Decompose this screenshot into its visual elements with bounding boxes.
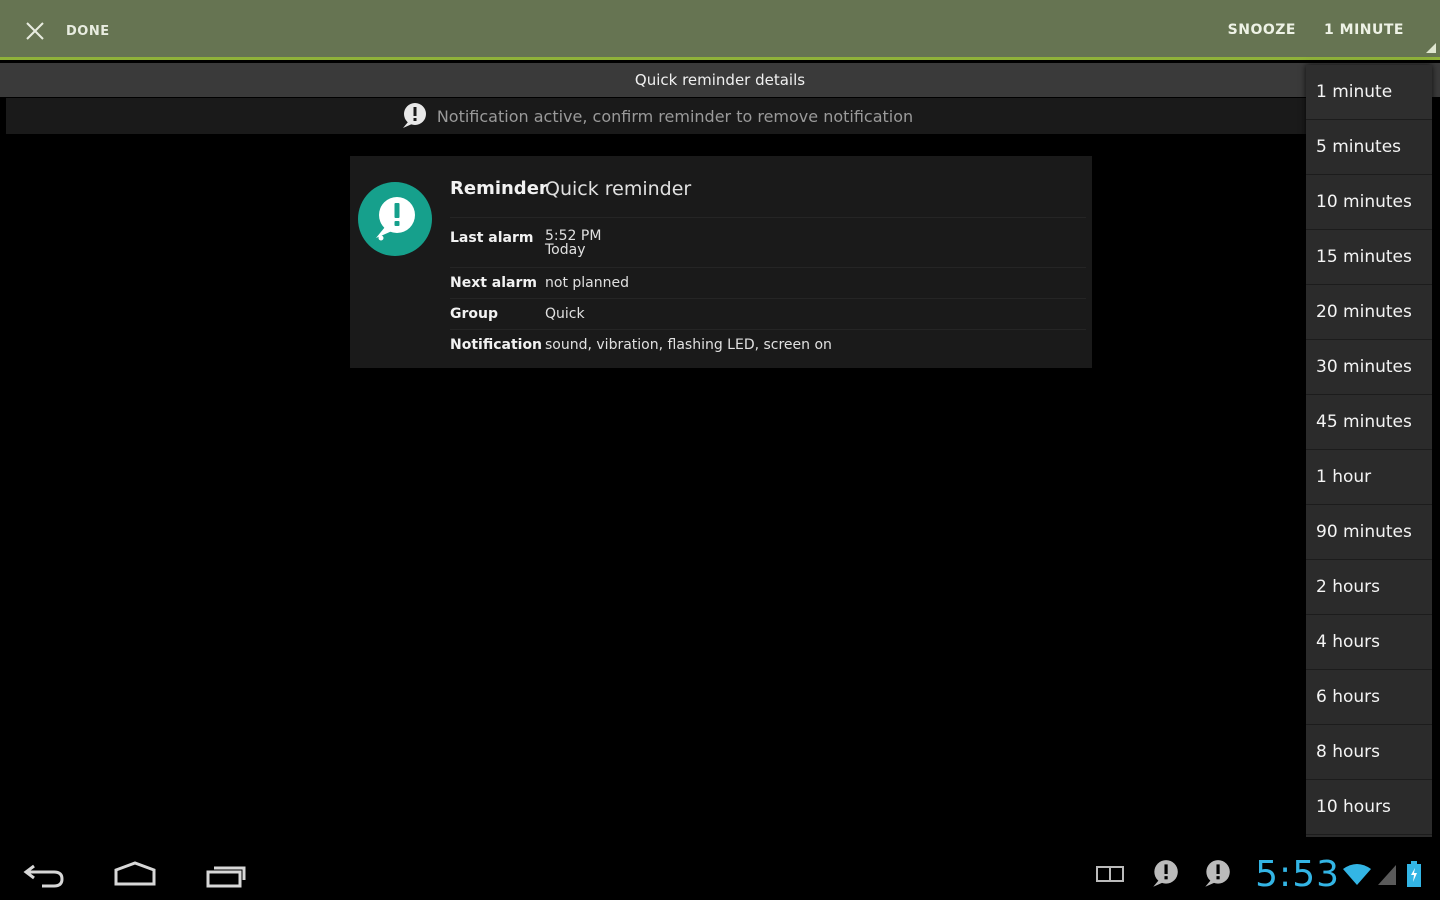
last-alarm-day: Today bbox=[545, 242, 586, 258]
notification-label: Notification bbox=[450, 337, 543, 353]
detail-row-group: Group Quick bbox=[450, 299, 1086, 330]
snooze-option[interactable]: 8 hours bbox=[1306, 725, 1432, 780]
snooze-option[interactable]: 45 minutes bbox=[1306, 395, 1432, 450]
action-bar: DONE SNOOZE 1 MINUTE bbox=[0, 0, 1440, 60]
reminder-value: Quick reminder bbox=[545, 178, 692, 200]
back-icon bbox=[23, 864, 64, 888]
recent-apps-button[interactable] bbox=[202, 858, 252, 890]
detail-row-last-alarm: Last alarm 5:52 PM Today bbox=[450, 218, 1086, 268]
speech-bubble-exclamation-icon bbox=[402, 103, 426, 128]
notification-notice: Notification active, confirm reminder to… bbox=[6, 98, 1306, 134]
signal-icon bbox=[1378, 865, 1396, 885]
snooze-option[interactable]: 5 minutes bbox=[1306, 120, 1432, 175]
snooze-option[interactable]: 90 minutes bbox=[1306, 505, 1432, 560]
snooze-option[interactable]: 6 hours bbox=[1306, 670, 1432, 725]
page-title: Quick reminder details bbox=[0, 63, 1440, 97]
snooze-option[interactable]: 2 hours bbox=[1306, 560, 1432, 615]
recent-apps-icon bbox=[206, 866, 246, 888]
wifi-icon bbox=[1343, 864, 1371, 885]
home-icon bbox=[114, 861, 156, 886]
next-alarm-value: not planned bbox=[545, 275, 629, 291]
snooze-option[interactable]: 4 hours bbox=[1306, 615, 1432, 670]
snooze-option[interactable]: 1 hour bbox=[1306, 450, 1432, 505]
reminder-details-card: Reminder Quick reminder Last alarm 5:52 … bbox=[350, 156, 1092, 368]
next-alarm-label: Next alarm bbox=[450, 275, 537, 291]
reminder-avatar bbox=[358, 182, 432, 256]
done-label: DONE bbox=[66, 23, 110, 39]
notice-text: Notification active, confirm reminder to… bbox=[436, 106, 914, 126]
details-table: Reminder Quick reminder Last alarm 5:52 … bbox=[450, 170, 1086, 360]
notification-value: sound, vibration, flashing LED, screen o… bbox=[545, 337, 832, 353]
status-clock: 5:53 bbox=[1255, 853, 1340, 895]
detail-row-reminder: Reminder Quick reminder bbox=[450, 170, 1086, 218]
last-alarm-value: 5:52 PM Today bbox=[545, 228, 601, 267]
last-alarm-label: Last alarm bbox=[450, 230, 534, 246]
snooze-option[interactable]: 10 minutes bbox=[1306, 175, 1432, 230]
back-button[interactable] bbox=[20, 858, 70, 890]
reminder-notification-icon bbox=[1205, 860, 1230, 887]
reminder-label: Reminder bbox=[450, 178, 548, 199]
gallery-icon bbox=[1096, 866, 1125, 882]
detail-row-notification: Notification sound, vibration, flashing … bbox=[450, 330, 1086, 360]
snooze-option[interactable]: 30 minutes bbox=[1306, 340, 1432, 395]
battery-icon bbox=[1407, 861, 1421, 887]
spinner-indicator-icon bbox=[1426, 43, 1436, 53]
home-button[interactable] bbox=[110, 858, 160, 890]
reminder-notification-icon bbox=[1153, 860, 1178, 887]
system-navigation-bar: 5:53 bbox=[0, 848, 1440, 900]
snooze-duration-spinner[interactable]: 1 MINUTE bbox=[1324, 22, 1404, 38]
snooze-option[interactable]: 15 minutes bbox=[1306, 230, 1432, 285]
snooze-option[interactable]: 1 minute bbox=[1306, 65, 1432, 120]
speech-bubble-exclamation-icon bbox=[376, 197, 415, 241]
snooze-option[interactable]: 20 minutes bbox=[1306, 285, 1432, 340]
snooze-button[interactable]: SNOOZE bbox=[1228, 22, 1296, 38]
snooze-duration-dropdown: 1 minute 5 minutes 10 minutes 15 minutes… bbox=[1306, 65, 1432, 837]
status-area: 5:53 bbox=[1085, 848, 1440, 900]
close-icon bbox=[26, 22, 44, 40]
group-label: Group bbox=[450, 306, 499, 322]
done-button[interactable]: DONE bbox=[22, 16, 110, 46]
detail-row-next-alarm: Next alarm not planned bbox=[450, 268, 1086, 299]
snooze-option[interactable]: 10 hours bbox=[1306, 780, 1432, 835]
group-value: Quick bbox=[545, 306, 585, 322]
